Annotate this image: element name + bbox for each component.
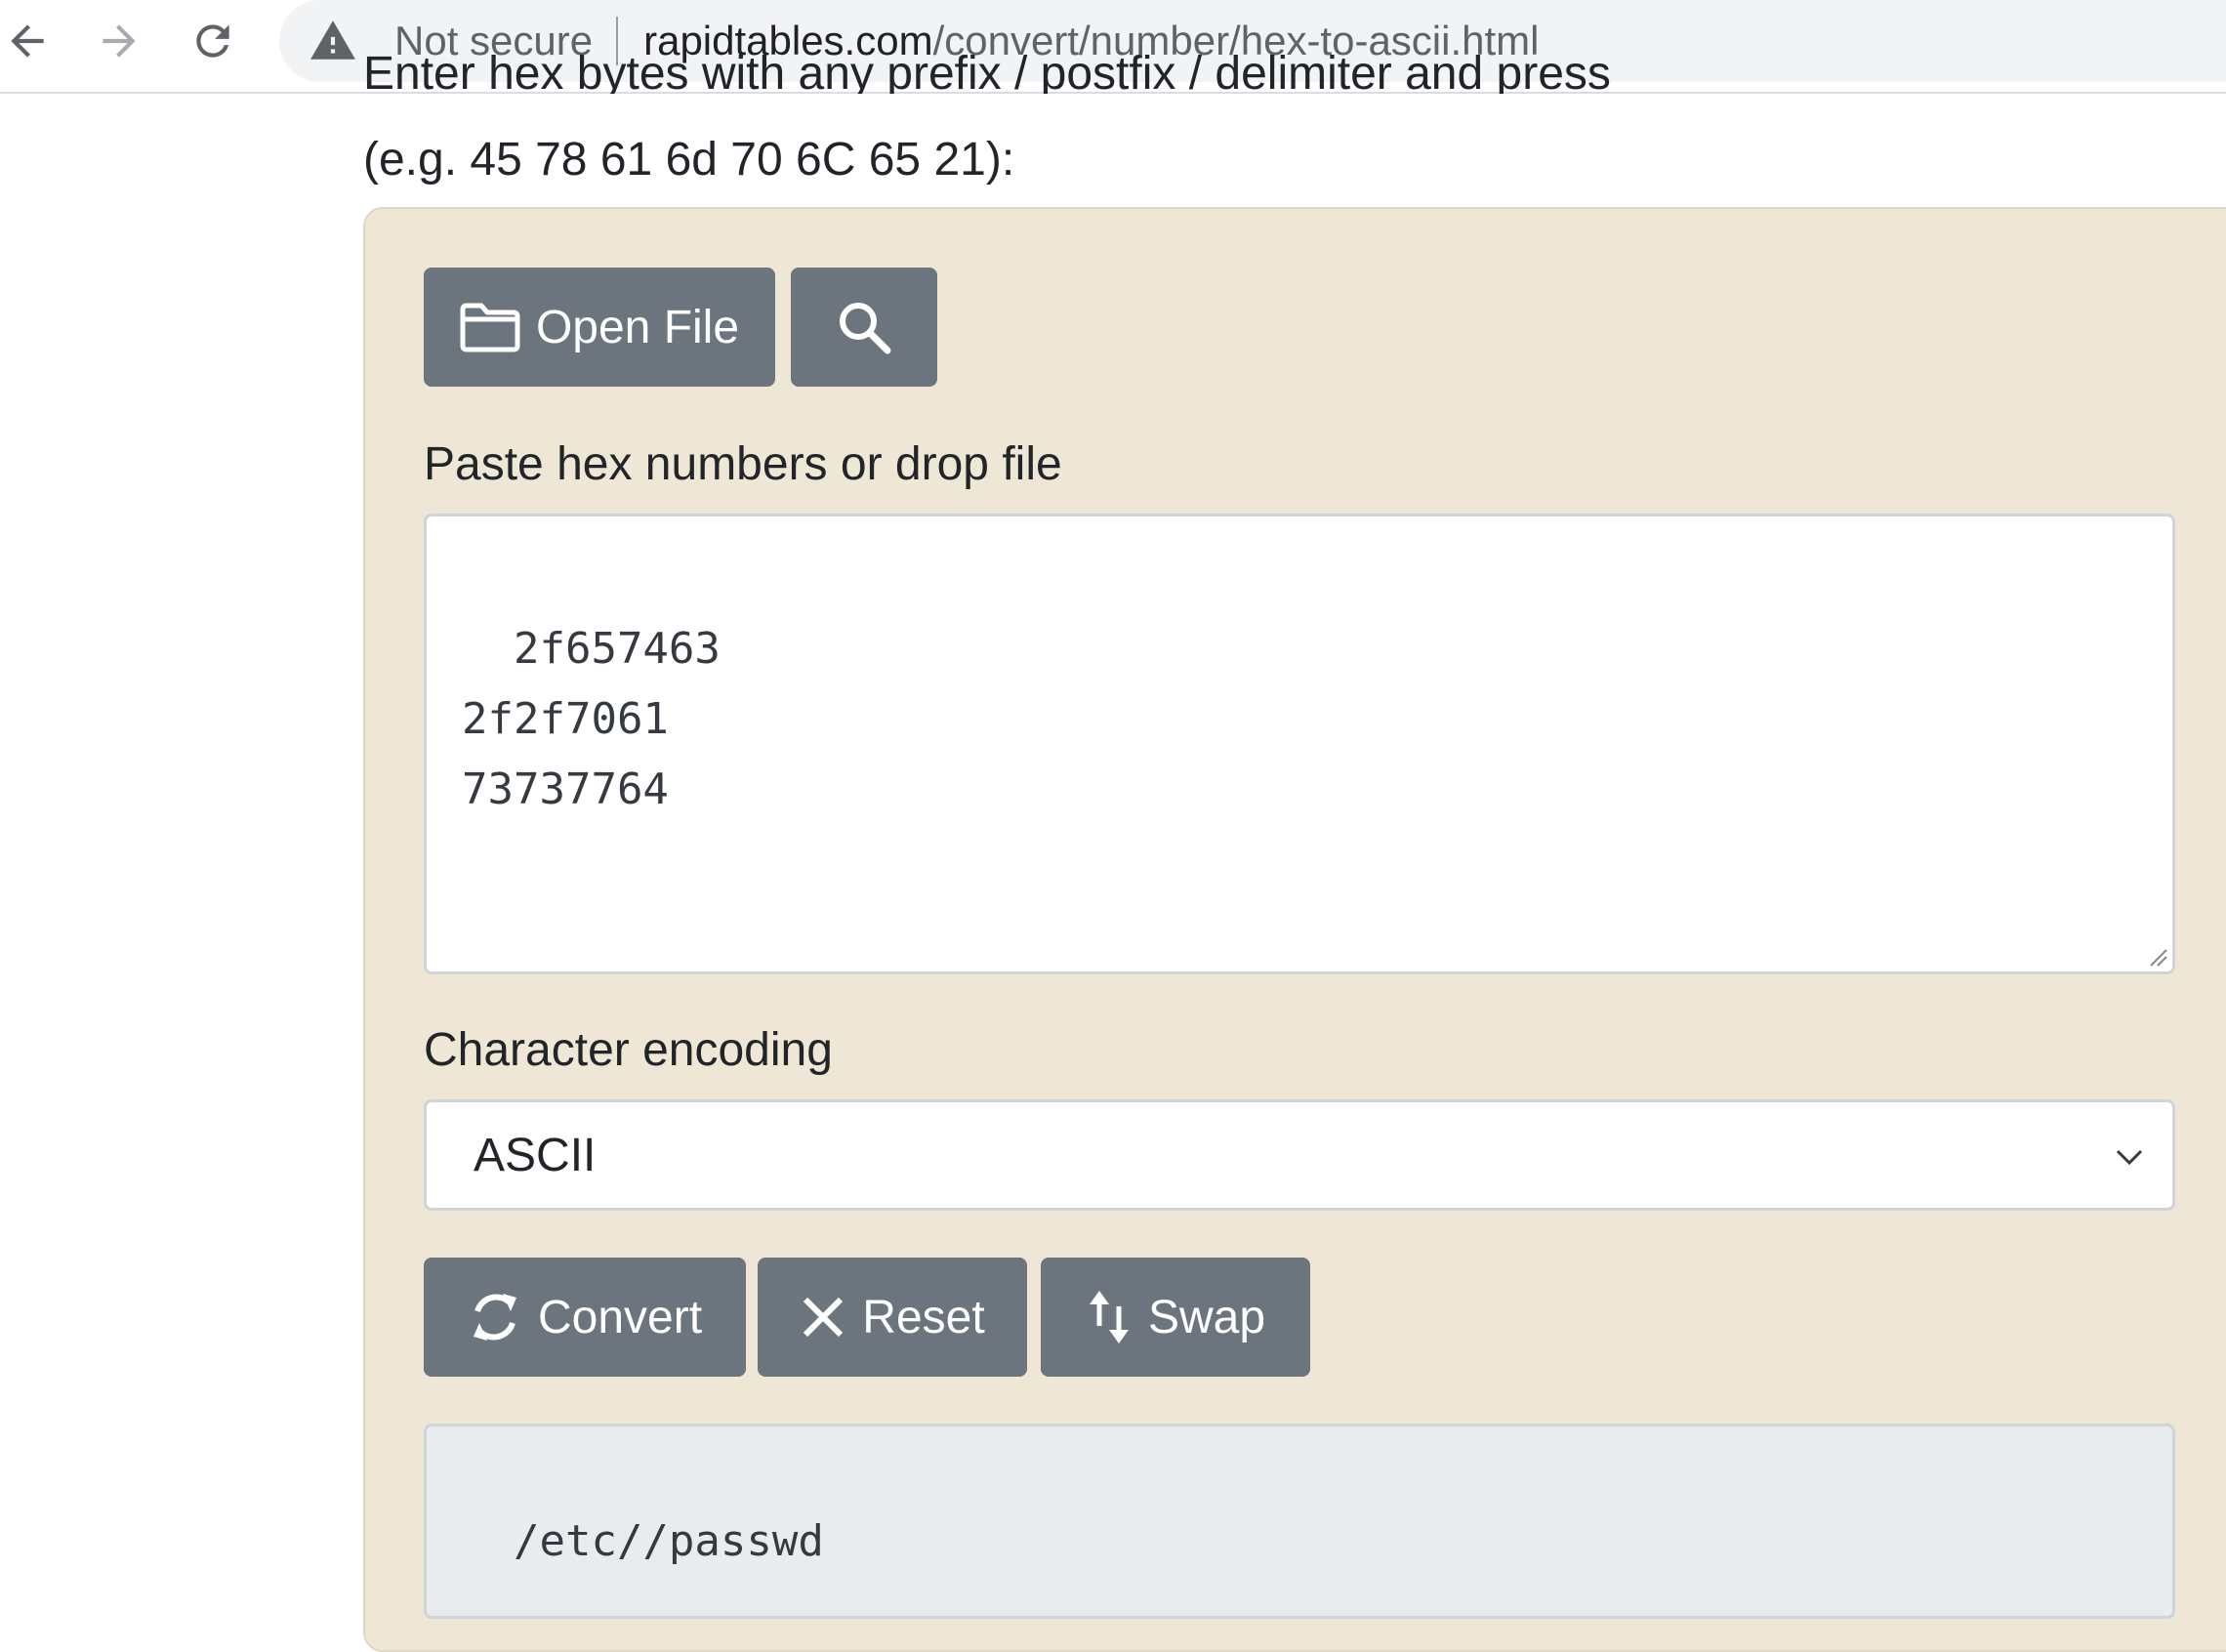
encoding-select[interactable]: ASCII [424, 1099, 2175, 1211]
chevron-down-icon [2116, 1149, 2143, 1166]
reset-label: Reset [862, 1291, 985, 1343]
open-file-label: Open File [535, 301, 740, 353]
open-file-button[interactable]: Open File [424, 268, 775, 387]
search-button[interactable] [791, 268, 937, 387]
warning-icon [310, 21, 355, 60]
encoding-label: Character encoding [424, 1024, 833, 1076]
folder-icon [460, 303, 520, 352]
swap-button[interactable]: Swap [1041, 1258, 1310, 1377]
example-text: (e.g. 45 78 61 6d 70 6C 65 21): [363, 134, 1015, 186]
swap-label: Swap [1147, 1291, 1266, 1343]
reload-icon [196, 24, 229, 58]
forward-button[interactable] [92, 14, 146, 68]
forward-arrow-icon [103, 24, 136, 58]
convert-button[interactable]: Convert [424, 1258, 746, 1377]
back-button[interactable] [0, 14, 55, 68]
hex-input-textarea[interactable]: 2f657463 2f2f7061 73737764 [424, 514, 2175, 974]
swap-vertical-icon [1089, 1291, 1129, 1343]
ascii-output-textarea[interactable]: /etc//passwd [424, 1424, 2175, 1619]
reset-button[interactable]: Reset [758, 1258, 1027, 1377]
input-label: Paste hex numbers or drop file [424, 438, 1062, 490]
convert-label: Convert [537, 1291, 703, 1343]
back-arrow-icon [11, 24, 44, 58]
encoding-selected-value: ASCII [474, 1129, 597, 1181]
reload-button[interactable] [186, 14, 240, 68]
instruction-text-clipped: Enter hex bytes with any prefix / postfi… [363, 29, 2121, 94]
close-icon [804, 1297, 844, 1338]
instruction-text: Enter hex bytes with any prefix / postfi… [363, 48, 1611, 94]
resize-grip-icon[interactable] [2145, 944, 2168, 968]
ascii-output-value: /etc//passwd [513, 1516, 824, 1566]
search-icon [840, 303, 891, 354]
hex-input-value: 2f657463 2f2f7061 73737764 [462, 624, 721, 814]
refresh-icon [473, 1294, 516, 1341]
